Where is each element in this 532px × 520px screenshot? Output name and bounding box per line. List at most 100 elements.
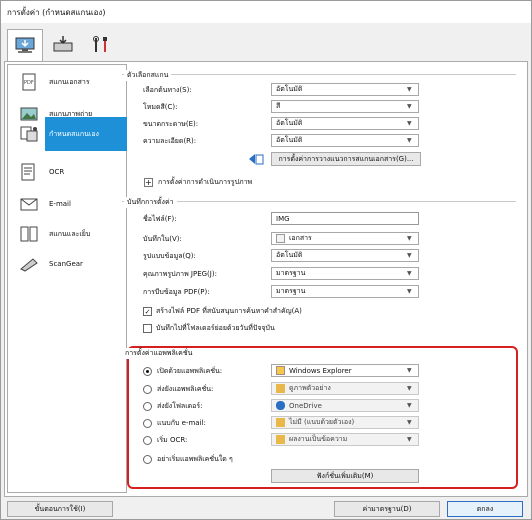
- doc-orientation-settings-button[interactable]: การตั้งค่าการวางแนวการสแกนเอกสาร(G)...: [271, 152, 421, 166]
- radio-no-app[interactable]: อย่าเริ่มแอพพลิเคชั่นใด ๆ: [143, 452, 233, 466]
- chevron-down-icon: ▼: [407, 103, 412, 110]
- tab-scan-from-computer[interactable]: [7, 29, 43, 62]
- data-format-select[interactable]: อัตโนมัติ ▼: [271, 249, 419, 262]
- scan-options-title: ตัวเลือกสแกน: [124, 70, 172, 81]
- attach-email-select[interactable]: ไม่มี (แนบด้วยตัวเอง) ▼: [271, 416, 419, 429]
- radio-start-ocr[interactable]: เริ่ม OCR:: [143, 433, 187, 447]
- file-name-input[interactable]: IMG: [271, 212, 419, 225]
- sidebar-item-label: OCR: [49, 168, 65, 176]
- subfolder-label: บันทึกไปที่โฟลเดอร์ย่อยด้วยวันที่ปัจจุบั…: [156, 323, 275, 332]
- radio-unselected: [143, 435, 152, 445]
- keyword-pdf-checkbox[interactable]: ✓ สร้างไฟล์ PDF ที่สนับสนุนการค้นหาคำสำค…: [143, 304, 302, 318]
- title-bar: การตั้งค่า (กำหนดสแกนเอง): [1, 1, 531, 23]
- label-pdf-compression: การบีบข้อมูล PDF(P):: [143, 287, 210, 296]
- window-title: การตั้งค่า (กำหนดสแกนเอง): [7, 8, 106, 17]
- svg-text:PDF: PDF: [24, 80, 34, 86]
- scan-from-panel-icon: [53, 36, 73, 52]
- sidebar: PDF สแกนเอกสาร สแกนภาพถ่าย กำหนดสแกนเอง …: [7, 64, 127, 493]
- label-color-mode: โหมดสี(C):: [143, 102, 178, 111]
- save-in-select[interactable]: เอกสาร ▼: [271, 232, 419, 245]
- radio-open-with-app[interactable]: เปิดด้วยแอพพลิเคชั่น:: [143, 364, 222, 378]
- checkbox-box: [143, 323, 152, 333]
- chevron-down-icon: ▼: [407, 385, 412, 392]
- sidebar-item-label: E-mail: [49, 200, 71, 208]
- sidebar-item-stitch[interactable]: สแกนและเย็บ: [9, 219, 126, 249]
- sidebar-item-scangear[interactable]: ScanGear: [9, 249, 126, 279]
- chevron-down-icon: ▼: [407, 137, 412, 144]
- scangear-icon: [20, 258, 38, 272]
- radio-selected: [143, 366, 152, 376]
- radio-attach-email[interactable]: แนบกับ e-mail:: [143, 416, 206, 430]
- sidebar-item-label: กำหนดสแกนเอง: [49, 129, 99, 138]
- more-functions-button[interactable]: ฟังก์ชั่นเพิ่มเติม(M): [271, 469, 419, 483]
- radio-label: แนบกับ e-mail:: [157, 418, 206, 427]
- document-scan-icon: PDF: [22, 73, 36, 91]
- stitch-icon: [20, 226, 38, 242]
- save-settings-title: บันทึกการตั้งค่า: [124, 197, 177, 208]
- keyword-pdf-label: สร้างไฟล์ PDF ที่สนับสนุนการค้นหาคำสำคัญ…: [156, 306, 302, 315]
- chevron-down-icon: ▼: [407, 402, 412, 409]
- resolution-select[interactable]: อัตโนมัติ ▼: [271, 134, 419, 147]
- chevron-down-icon: ▼: [407, 120, 412, 127]
- subfolder-checkbox[interactable]: บันทึกไปที่โฟลเดอร์ย่อยด้วยวันที่ปัจจุบั…: [143, 321, 275, 335]
- chevron-down-icon: ▼: [407, 288, 412, 295]
- radio-send-to-folder[interactable]: ส่งยังโฟลเดอร์:: [143, 399, 202, 413]
- label-jpeg-quality: คุณภาพรูปภาพ JPEG(J):: [143, 269, 217, 278]
- app-settings-group: การตั้งค่าแอพพลิเคชั่น: [122, 348, 512, 359]
- tab-general-settings[interactable]: [83, 29, 119, 61]
- onedrive-icon: [276, 401, 285, 410]
- chevron-down-icon: ▼: [407, 252, 412, 259]
- radio-label: ส่งยังแอพพลิเคชั่น:: [157, 384, 214, 393]
- radio-label: เปิดด้วยแอพพลิเคชั่น:: [157, 366, 223, 375]
- chevron-down-icon: ▼: [407, 367, 412, 374]
- label-source: เลือกต้นทาง(S):: [143, 85, 192, 94]
- email-icon: [20, 198, 38, 211]
- sidebar-item-email[interactable]: E-mail: [9, 189, 126, 219]
- instructions-button[interactable]: ขั้นตอนการใช้(I): [7, 501, 113, 517]
- checkmark-icon: ✓: [143, 306, 152, 316]
- radio-unselected: [143, 384, 152, 394]
- folder-icon: [276, 366, 285, 375]
- settings-window: การตั้งค่า (กำหนดสแกนเอง) PDF สแกนเอกสาร…: [0, 0, 532, 520]
- label-paper-size: ขนาดกระดาษ(E):: [143, 119, 199, 128]
- radio-unselected: [143, 454, 152, 464]
- color-mode-select[interactable]: สี ▼: [271, 100, 419, 113]
- sidebar-item-document-scan[interactable]: PDF สแกนเอกสาร: [9, 67, 126, 97]
- chevron-down-icon: ▼: [407, 270, 412, 277]
- text-output-icon: [276, 435, 285, 444]
- radio-unselected: [143, 401, 152, 411]
- orientation-icon: [249, 154, 264, 165]
- send-to-app-select[interactable]: ดูภาพตัวอย่าง ▼: [271, 382, 419, 395]
- jpeg-quality-select[interactable]: มาตรฐาน ▼: [271, 267, 419, 280]
- scan-to-computer-icon: [15, 37, 35, 53]
- open-with-app-select[interactable]: Windows Explorer ▼: [271, 364, 419, 377]
- start-ocr-select[interactable]: ผลงานเป็นข้อความ ▼: [271, 433, 419, 446]
- image-processing-label: การตั้งค่าการดำเนินการรูปภาพ: [158, 177, 253, 186]
- radio-label: อย่าเริ่มแอพพลิเคชั่นใด ๆ: [157, 454, 233, 463]
- chevron-down-icon: ▼: [407, 86, 412, 93]
- label-file-name: ชื่อไฟล์(F):: [143, 214, 177, 223]
- radio-label: ส่งยังโฟลเดอร์:: [157, 401, 203, 410]
- chevron-down-icon: ▼: [407, 235, 412, 242]
- ok-button[interactable]: ตกลง: [447, 501, 523, 517]
- radio-label: เริ่ม OCR:: [157, 435, 188, 444]
- label-data-format: รูปแบบข้อมูล(Q):: [143, 251, 196, 260]
- label-save-in: บันทึกใน(V):: [143, 234, 182, 243]
- sidebar-item-ocr[interactable]: OCR: [9, 157, 126, 187]
- custom-scan-icon: [20, 126, 38, 142]
- footer: ขั้นตอนการใช้(I) ค่ามาตรฐาน(D) ตกลง: [1, 498, 531, 520]
- paper-size-select[interactable]: อัตโนมัติ ▼: [271, 117, 419, 130]
- defaults-button[interactable]: ค่ามาตรฐาน(D): [334, 501, 440, 517]
- source-select[interactable]: อัตโนมัติ ▼: [271, 83, 419, 96]
- image-processing-toggle[interactable]: + การตั้งค่าการดำเนินการรูปภาพ: [144, 175, 252, 189]
- send-to-folder-select[interactable]: OneDrive ▼: [271, 399, 419, 412]
- sidebar-item-label: สแกนและเย็บ: [49, 229, 91, 238]
- tab-scan-from-panel[interactable]: [45, 29, 81, 61]
- pdf-compression-select[interactable]: มาตรฐาน ▼: [271, 285, 419, 298]
- sidebar-item-custom-scan[interactable]: กำหนดสแกนเอง: [45, 117, 127, 151]
- chevron-down-icon: ▼: [407, 436, 412, 443]
- chevron-down-icon: ▼: [407, 419, 412, 426]
- toolbar: [1, 23, 531, 62]
- expand-plus-icon: +: [144, 177, 153, 187]
- radio-send-to-app[interactable]: ส่งยังแอพพลิเคชั่น:: [143, 382, 213, 396]
